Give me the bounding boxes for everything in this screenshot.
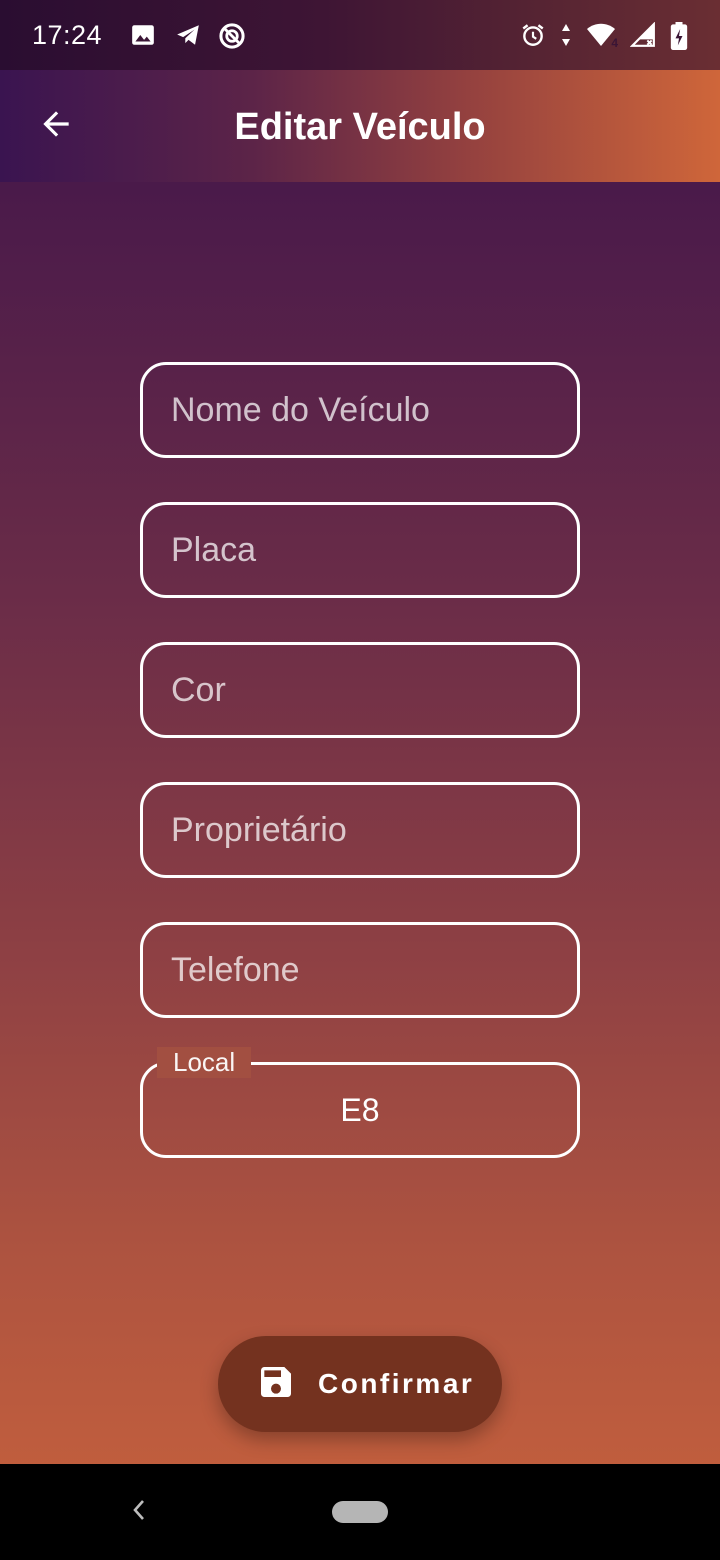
app-bar: Editar Veículo (0, 70, 720, 182)
color-field (140, 642, 580, 738)
plate-input[interactable] (143, 505, 577, 595)
status-time: 17:24 (32, 19, 103, 50)
local-label: Local (157, 1047, 252, 1078)
status-left-icons (130, 22, 245, 49)
local-input[interactable] (143, 1065, 577, 1155)
save-icon (256, 1362, 296, 1407)
nav-back-button[interactable] (124, 1494, 154, 1530)
wifi-badge: 4 (611, 36, 618, 50)
signal-icon (629, 21, 656, 48)
vehicle-form: Local (140, 362, 580, 1202)
vehicle-name-field (140, 362, 580, 458)
data-saver-icon (218, 22, 245, 49)
plate-field (140, 502, 580, 598)
nav-back-icon (131, 1498, 147, 1527)
data-arrows-icon (560, 22, 572, 48)
vehicle-name-input[interactable] (143, 365, 577, 455)
telegram-icon (174, 22, 200, 48)
status-right-icons: 4 (520, 21, 688, 50)
color-input[interactable] (143, 645, 577, 735)
confirm-button[interactable]: Confirmar (218, 1336, 502, 1432)
home-pill-icon[interactable] (332, 1501, 388, 1523)
phone-input[interactable] (143, 925, 577, 1015)
page-title: Editar Veículo (234, 106, 486, 148)
confirm-label: Confirmar (318, 1368, 475, 1399)
navigation-bar (0, 1464, 720, 1560)
image-icon (130, 22, 156, 48)
phone-field (140, 922, 580, 1018)
alarm-icon (520, 22, 546, 48)
status-bar: 17:24 4 (0, 0, 720, 70)
owner-field (140, 782, 580, 878)
local-field: Local (140, 1047, 580, 1158)
wifi-icon: 4 (586, 22, 618, 50)
battery-charging-icon (670, 22, 688, 50)
owner-input[interactable] (143, 785, 577, 875)
